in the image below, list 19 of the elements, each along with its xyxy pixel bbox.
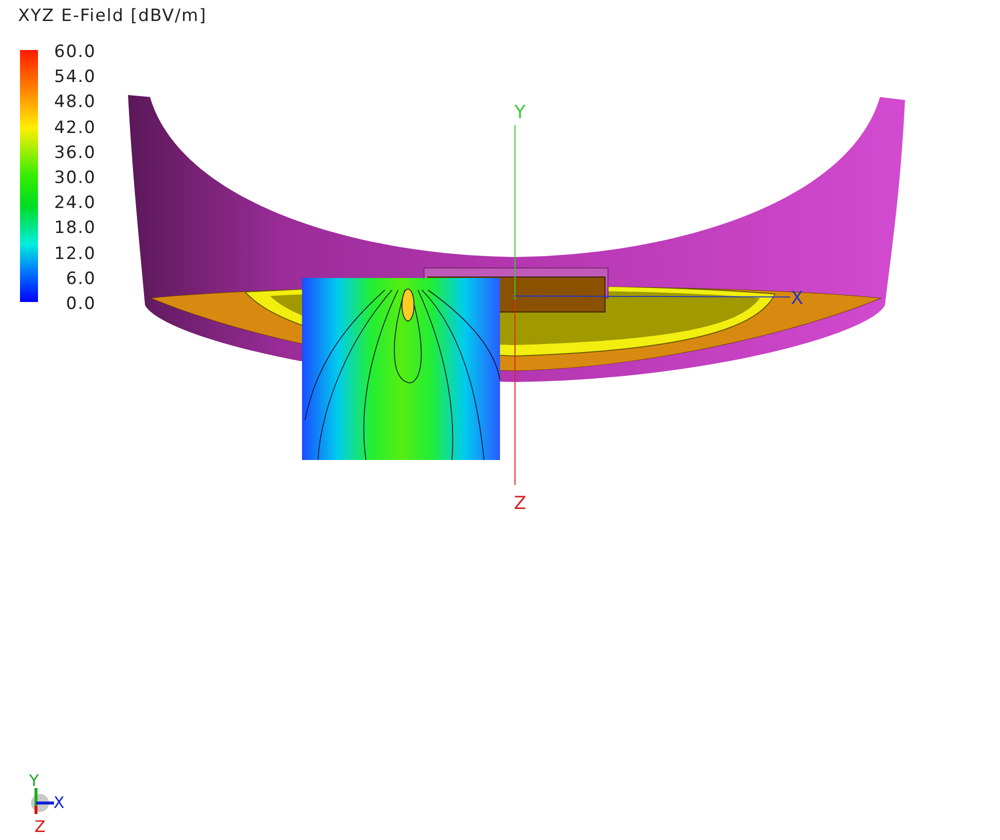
- triad-sphere-icon: [31, 794, 49, 812]
- scale-label: 48.0: [53, 92, 96, 112]
- scale-label: 18.0: [53, 218, 96, 238]
- scale-label: 6.0: [64, 268, 96, 289]
- scale-label: 42.0: [53, 118, 96, 138]
- scale-label: 12.0: [53, 244, 96, 264]
- scale-label: 54.0: [53, 67, 96, 88]
- axis-label: X: [790, 288, 804, 309]
- scale-label: 0.0: [64, 294, 96, 314]
- triad-label: Z: [34, 817, 46, 836]
- scale-label: 24.0: [53, 193, 96, 214]
- scale-label: 30.0: [53, 168, 96, 188]
- axis-label: Y: [514, 102, 526, 123]
- legend-title: XYZ E-Field [dBV/m]: [18, 8, 207, 25]
- axis-label: Z: [514, 493, 526, 514]
- triad-label: X: [54, 793, 64, 812]
- scale-label: 36.0: [53, 142, 96, 163]
- triad-label: Y: [29, 771, 39, 790]
- scale-label: 60.0: [53, 42, 96, 62]
